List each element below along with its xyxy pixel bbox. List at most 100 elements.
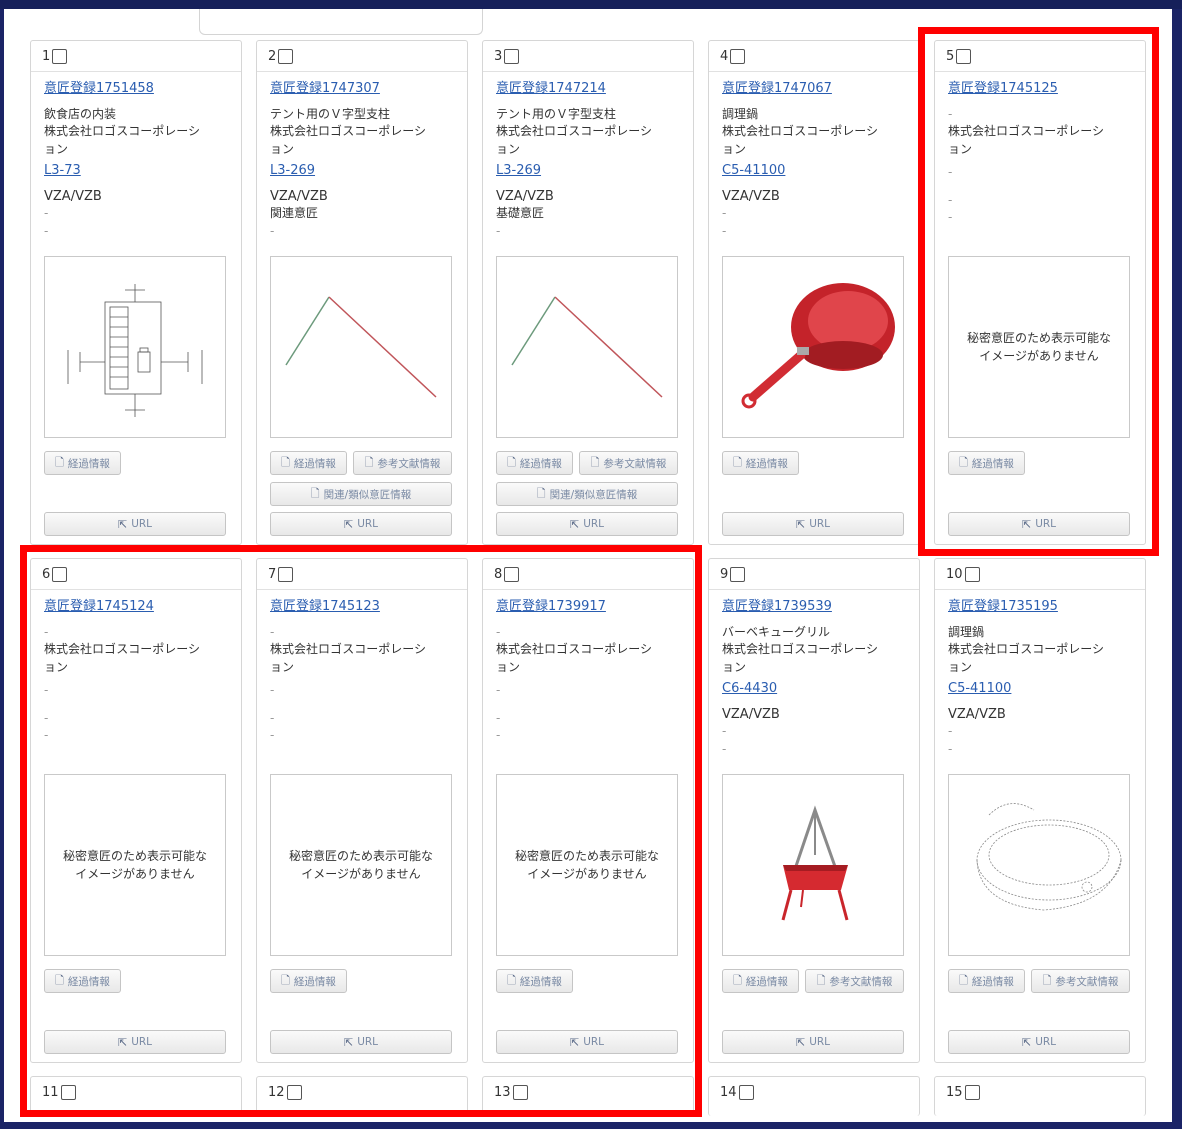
- progress-info-button[interactable]: 🗋 経過情報: [270, 451, 347, 475]
- design-image-vpole[interactable]: [496, 256, 678, 438]
- class-code: VZA/VZB: [948, 706, 1006, 722]
- registration-link[interactable]: 意匠登録1739539: [722, 598, 909, 616]
- reference-info-button[interactable]: 🗋 参考文献情報: [805, 969, 904, 993]
- field-extra: -: [270, 223, 275, 238]
- document-icon: 🗋: [507, 455, 516, 469]
- url-button[interactable]: ⇱ URL: [44, 512, 226, 536]
- result-card: 4 意匠登録1747067 調理鍋 株式会社ロゴスコーポレーシ ョン C5-41…: [708, 40, 920, 545]
- related-design-button[interactable]: 🗋 関連/類似意匠情報: [496, 482, 678, 506]
- field-extra: -: [948, 741, 953, 756]
- reference-info-button[interactable]: 🗋 参考文献情報: [1031, 969, 1130, 993]
- classification-link[interactable]: C6-4430: [722, 680, 909, 698]
- document-icon: 🗋: [1042, 973, 1052, 987]
- article-name: 調理鍋: [948, 624, 985, 639]
- card-number: 1: [42, 48, 51, 64]
- floorplan-drawing: [67, 284, 203, 417]
- select-checkbox[interactable]: [730, 566, 746, 582]
- card-number: 4: [720, 48, 729, 64]
- design-image-pan-drawing[interactable]: [948, 774, 1130, 956]
- applicant-name: 株式会社ロゴスコーポレーシ: [44, 124, 201, 138]
- class-code: VZA/VZB: [722, 706, 780, 722]
- share-icon: ⇱: [117, 517, 128, 531]
- document-icon: 🗋: [816, 973, 826, 987]
- select-checkbox[interactable]: [964, 1084, 980, 1100]
- select-checkbox[interactable]: [504, 48, 520, 64]
- related-design-button[interactable]: 🗋 関連/類似意匠情報: [270, 482, 452, 506]
- select-checkbox[interactable]: [738, 1084, 754, 1100]
- tab-stub: [199, 9, 483, 35]
- document-icon: 🗋: [55, 455, 64, 469]
- classification-link[interactable]: L3-269: [270, 162, 457, 180]
- applicant-name: 株式会社ロゴスコーポレーシ: [722, 642, 879, 656]
- url-button[interactable]: ⇱ URL: [948, 1030, 1130, 1054]
- highlight-box: [918, 27, 1159, 556]
- applicant-name-cont: ョン: [496, 141, 521, 156]
- reference-info-button[interactable]: 🗋 参考文献情報: [353, 451, 452, 475]
- card-number: 10: [946, 566, 963, 582]
- select-checkbox[interactable]: [964, 566, 980, 582]
- url-button[interactable]: ⇱ URL: [722, 512, 904, 536]
- red-pan-photo: [741, 283, 895, 409]
- progress-info-button[interactable]: 🗋 経過情報: [948, 969, 1025, 993]
- field-extra: -: [44, 223, 49, 238]
- select-checkbox[interactable]: [52, 48, 68, 64]
- field-related: -: [948, 724, 953, 738]
- card-number: 3: [494, 48, 503, 64]
- design-image-floorplan[interactable]: [44, 256, 226, 438]
- select-checkbox[interactable]: [278, 48, 294, 64]
- share-icon: ⇱: [569, 517, 580, 531]
- registration-link[interactable]: 意匠登録1735195: [948, 598, 1135, 616]
- field-related: -: [722, 724, 727, 738]
- field-related: -: [44, 206, 49, 220]
- highlight-box: [20, 545, 702, 1117]
- reference-info-button[interactable]: 🗋 参考文献情報: [579, 451, 678, 475]
- registration-link[interactable]: 意匠登録1751458: [44, 80, 231, 98]
- document-icon: 🗋: [590, 455, 600, 469]
- field-related: 関連意匠: [270, 206, 319, 220]
- class-code: VZA/VZB: [44, 188, 102, 204]
- field-extra: -: [722, 741, 727, 756]
- article-name: 調理鍋: [722, 106, 759, 121]
- classification-link[interactable]: L3-73: [44, 162, 231, 180]
- classification-link[interactable]: C5-41100: [722, 162, 909, 180]
- share-icon: ⇱: [1021, 1035, 1032, 1049]
- document-icon: 🗋: [310, 486, 320, 500]
- progress-info-button[interactable]: 🗋 経過情報: [722, 451, 799, 475]
- card-number: 9: [720, 566, 729, 582]
- card-number: 15: [946, 1084, 963, 1100]
- applicant-name: 株式会社ロゴスコーポレーシ: [270, 124, 427, 138]
- applicant-name-cont: ョン: [722, 141, 747, 156]
- progress-info-button[interactable]: 🗋 経過情報: [722, 969, 799, 993]
- class-code: VZA/VZB: [722, 188, 780, 204]
- share-icon: ⇱: [795, 1035, 806, 1049]
- design-image-pan[interactable]: [722, 256, 904, 438]
- document-icon: 🗋: [281, 455, 290, 469]
- url-button[interactable]: ⇱ URL: [722, 1030, 904, 1054]
- result-card: 2 意匠登録1747307 テント用のＶ字型支柱 株式会社ロゴスコーポレーシ ョ…: [256, 40, 468, 545]
- url-button[interactable]: ⇱ URL: [496, 512, 678, 536]
- share-icon: ⇱: [343, 517, 354, 531]
- registration-link[interactable]: 意匠登録1747307: [270, 80, 457, 98]
- result-card: 9 意匠登録1739539 バーベキューグリル 株式会社ロゴスコーポレーシ ョン…: [708, 558, 920, 1063]
- result-card: 1 意匠登録1751458 飲食店の内装 株式会社ロゴスコーポレーシ ョン L3…: [30, 40, 242, 545]
- top-bar: [0, 0, 1182, 9]
- registration-link[interactable]: 意匠登録1747067: [722, 80, 909, 98]
- design-image-grill[interactable]: [722, 774, 904, 956]
- result-card: 10 意匠登録1735195 調理鍋 株式会社ロゴスコーポレーシ ョン C5-4…: [934, 558, 1146, 1063]
- select-checkbox[interactable]: [730, 48, 746, 64]
- progress-info-button[interactable]: 🗋 経過情報: [496, 451, 573, 475]
- v-pole-drawing: [285, 296, 437, 398]
- url-button[interactable]: ⇱ URL: [270, 512, 452, 536]
- document-icon: 🗋: [959, 973, 968, 987]
- design-image-vpole[interactable]: [270, 256, 452, 438]
- class-code: VZA/VZB: [270, 188, 328, 204]
- applicant-name: 株式会社ロゴスコーポレーシ: [496, 124, 653, 138]
- article-name: 飲食店の内装: [44, 106, 117, 121]
- classification-link[interactable]: L3-269: [496, 162, 683, 180]
- share-icon: ⇱: [795, 517, 806, 531]
- progress-info-button[interactable]: 🗋 経過情報: [44, 451, 121, 475]
- class-code: VZA/VZB: [496, 188, 554, 204]
- registration-link[interactable]: 意匠登録1747214: [496, 80, 683, 98]
- classification-link[interactable]: C5-41100: [948, 680, 1135, 698]
- field-extra: -: [722, 223, 727, 238]
